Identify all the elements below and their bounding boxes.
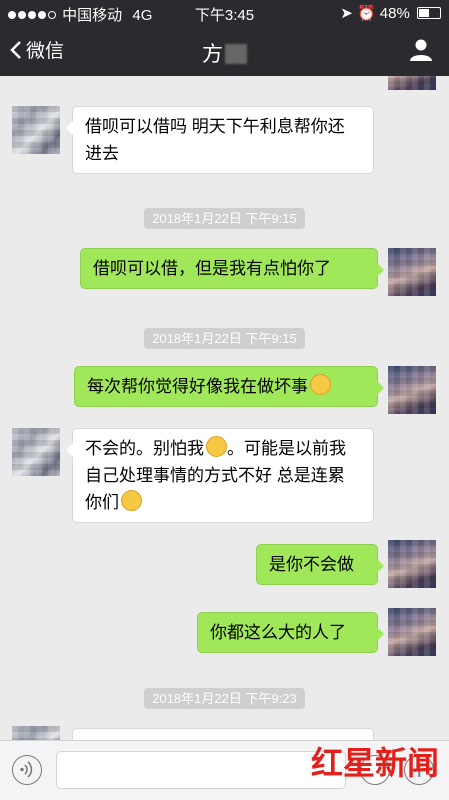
avatar-contact[interactable] <box>12 106 60 154</box>
avatar-contact[interactable] <box>12 428 60 476</box>
message-bubble-incoming[interactable]: 不会的。别怕我 。可能是以前我自己处理事情的方式不好 总是连累你们 <box>66 428 374 523</box>
avatar-self[interactable] <box>388 76 436 90</box>
avatar-self[interactable] <box>388 608 436 656</box>
voice-icon <box>20 761 33 778</box>
location-icon: ➤ <box>340 5 353 22</box>
message-bubble-outgoing[interactable]: 借呗可以借，但是我有点怕你了 <box>80 248 384 289</box>
contact-info-button[interactable] <box>409 38 433 67</box>
message-text: 是你不会做 <box>269 555 354 574</box>
timestamp: 2018年1月22日 下午9:15 <box>0 328 449 349</box>
timestamp: 2018年1月22日 下午9:23 <box>0 688 449 709</box>
message-input[interactable] <box>56 751 346 789</box>
chat-title-text: 方 <box>202 43 223 66</box>
avatar-self[interactable] <box>388 366 436 414</box>
watermark-logo: 红星新闻 <box>310 745 439 781</box>
battery-percent: 48% <box>379 5 410 22</box>
message-bubble-outgoing[interactable]: 你都这么大的人了 <box>197 612 384 653</box>
blurred-name <box>225 44 247 64</box>
grin-emoji-icon <box>206 436 227 457</box>
message-bubble-incoming[interactable]: 借呗可以借吗 明天下午利息帮你还进去 <box>66 106 374 174</box>
message-text: 每次帮你觉得好像我在做坏事 <box>87 377 308 396</box>
message-bubble-outgoing[interactable]: 是你不会做 <box>256 544 384 585</box>
nav-bar: 微信 方 <box>0 26 449 76</box>
person-icon <box>410 39 432 61</box>
message-text: 你都这么大的人了 <box>210 623 346 642</box>
avatar-self[interactable] <box>388 540 436 588</box>
avatar-self[interactable] <box>388 248 436 296</box>
message-list[interactable]: 借呗可以借吗 明天下午利息帮你还进去 2018年1月22日 下午9:15 借呗可… <box>0 76 449 740</box>
chat-title: 方 <box>0 38 449 68</box>
alarm-icon: ⏰ <box>356 5 376 22</box>
timestamp: 2018年1月22日 下午9:15 <box>0 208 449 229</box>
message-text: 不会的。别怕我 <box>85 439 204 458</box>
laugh-cry-emoji-icon <box>310 374 331 395</box>
voice-button[interactable] <box>12 755 42 785</box>
message-text: 借呗可以借，但是我有点怕你了 <box>93 259 331 278</box>
worried-emoji-icon <box>121 490 142 511</box>
avatar-contact[interactable] <box>12 726 60 740</box>
message-bubble-outgoing[interactable]: 每次帮你觉得好像我在做坏事 <box>74 366 384 407</box>
message-text: 借呗可以借吗 明天下午利息帮你还进去 <box>85 117 345 163</box>
status-bar: 中国移动 4G 下午3:45 ➤ ⏰ 48% <box>0 0 449 26</box>
battery-icon <box>417 7 441 19</box>
